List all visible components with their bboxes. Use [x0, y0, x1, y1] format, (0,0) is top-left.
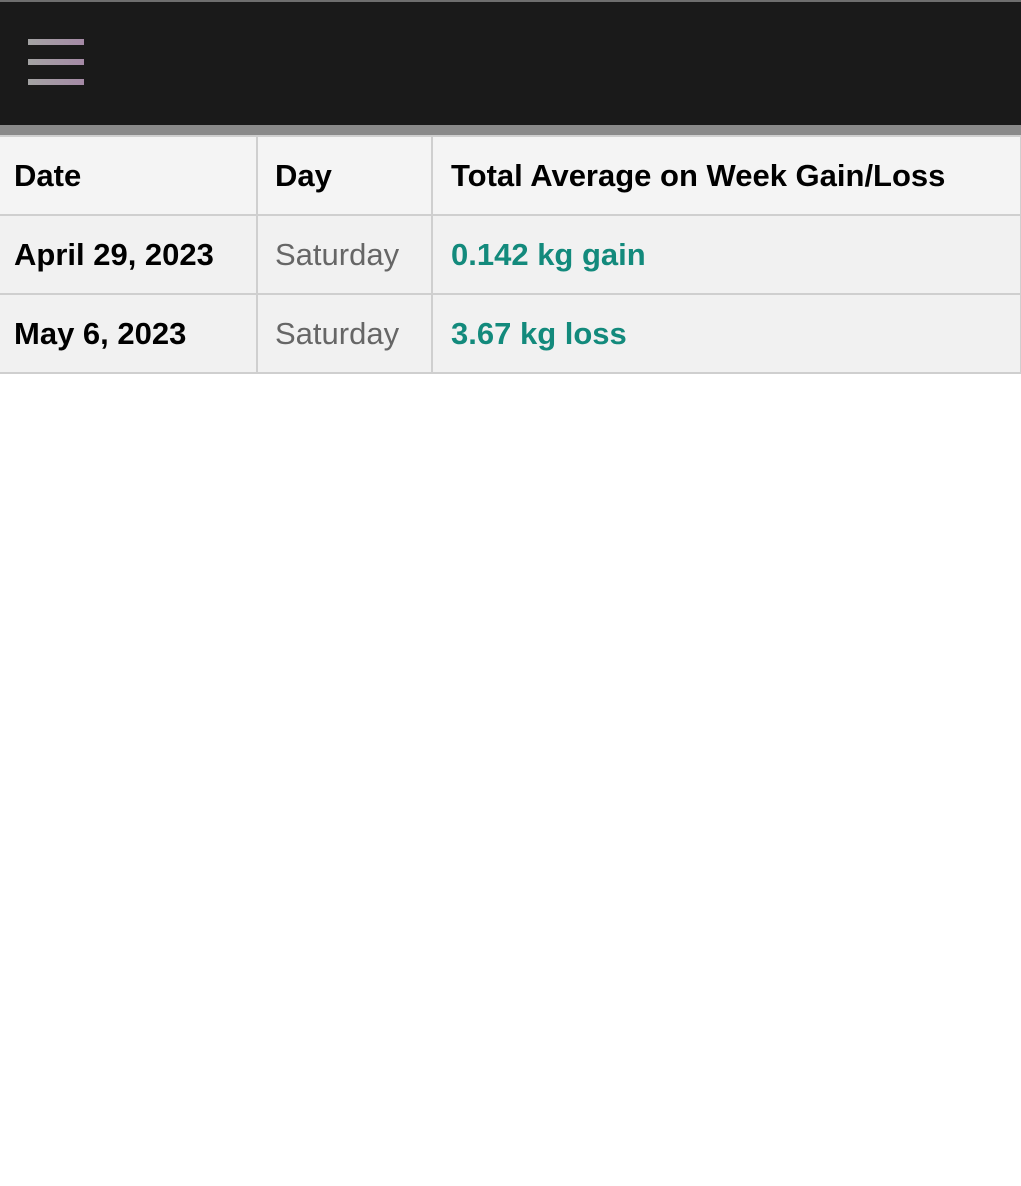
date-cell: April 29, 2023	[0, 214, 258, 295]
table-row: April 29, 2023 Saturday 0.142 kg gain	[0, 214, 1021, 295]
menu-bar-line	[28, 79, 84, 85]
date-cell: May 6, 2023	[0, 293, 258, 374]
gain-loss-cell: 3.67 kg loss	[431, 293, 1021, 374]
top-bar	[0, 0, 1021, 125]
menu-bar-line	[28, 39, 84, 45]
day-cell: Saturday	[256, 214, 433, 295]
table-header-row: Date Day Total Average on Week Gain/Loss	[0, 135, 1021, 216]
gain-loss-cell: 0.142 kg gain	[431, 214, 1021, 295]
day-cell: Saturday	[256, 293, 433, 374]
column-header-date: Date	[0, 135, 258, 216]
hamburger-menu-icon[interactable]	[26, 36, 86, 92]
header-divider	[0, 125, 1021, 135]
weight-change-table: Date Day Total Average on Week Gain/Loss…	[0, 135, 1021, 374]
column-header-gain-loss: Total Average on Week Gain/Loss	[431, 135, 1021, 216]
column-header-day: Day	[256, 135, 433, 216]
menu-bar-line	[28, 59, 84, 65]
table-row: May 6, 2023 Saturday 3.67 kg loss	[0, 293, 1021, 374]
